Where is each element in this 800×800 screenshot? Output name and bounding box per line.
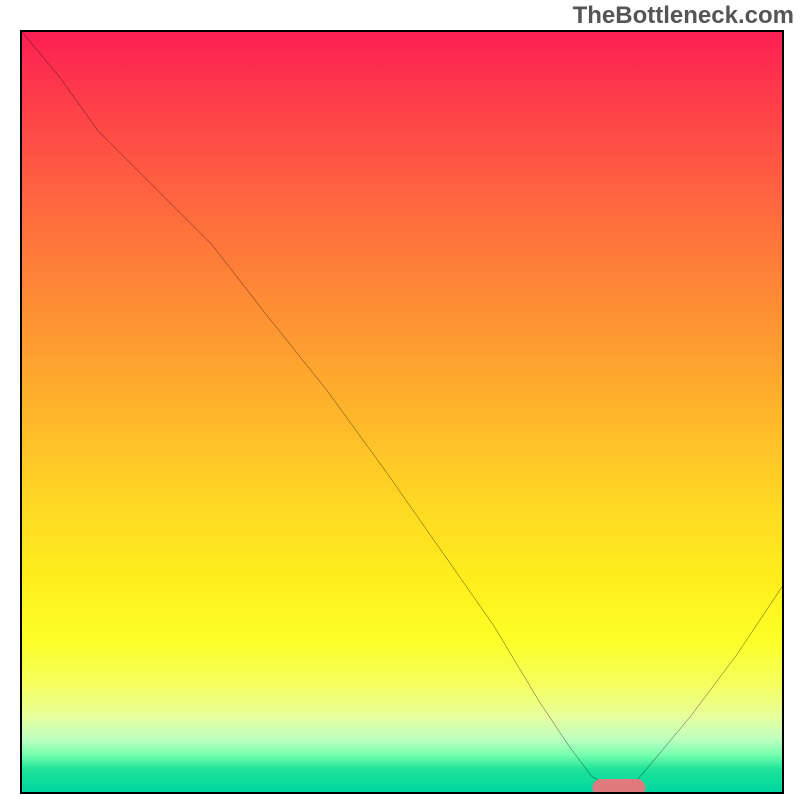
watermark-text: TheBottleneck.com xyxy=(573,2,794,30)
chart-trough-marker xyxy=(592,779,645,794)
chart-curve xyxy=(22,32,782,792)
chart-plot-area xyxy=(20,30,784,794)
